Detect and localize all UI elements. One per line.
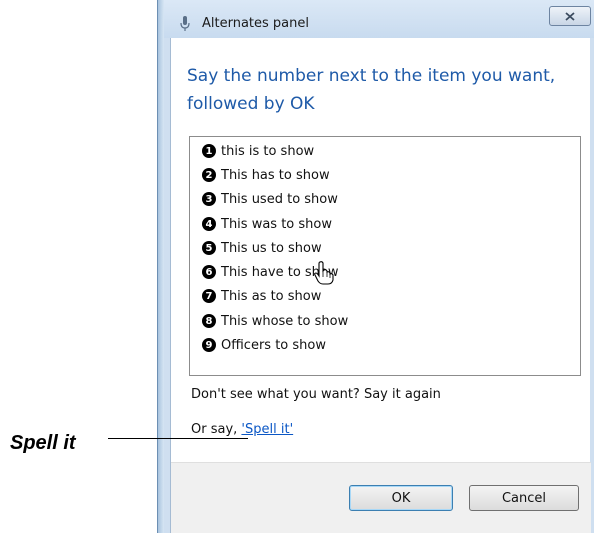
spell-it-link[interactable]: 'Spell it' [241, 422, 293, 437]
cancel-button[interactable]: Cancel [469, 485, 579, 511]
alternates-panel-window: Alternates panel Say the number next to … [157, 0, 594, 533]
instruction-text: Say the number next to the item you want… [187, 66, 556, 114]
close-icon [565, 11, 575, 21]
spell-it-callout-label: Spell it [10, 432, 76, 454]
window-frame-border [158, 0, 164, 533]
alternate-item-9[interactable]: 9 Officers to show [202, 335, 326, 355]
number-4-icon: 4 [202, 217, 216, 231]
title-bar: Alternates panel [164, 0, 594, 38]
alternate-text: This was to show [221, 216, 332, 232]
number-3-icon: 3 [202, 192, 216, 206]
number-5-icon: 5 [202, 241, 216, 255]
dialog-content: Say the number next to the item you want… [170, 38, 591, 533]
window-title: Alternates panel [202, 16, 309, 31]
number-2-icon: 2 [202, 168, 216, 182]
ok-button[interactable]: OK [349, 485, 453, 511]
alternate-item-8[interactable]: 8 This whose to show [202, 311, 348, 331]
alternate-text: This us to show [221, 240, 322, 256]
alternate-item-2[interactable]: 2 This has to show [202, 165, 330, 185]
alternate-item-3[interactable]: 3 This used to show [202, 189, 338, 209]
hint-text: Don't see what you want? Say it again [191, 387, 441, 402]
number-7-icon: 7 [202, 289, 216, 303]
alternate-item-4[interactable]: 4 This was to show [202, 214, 332, 234]
hand-pointer-icon [314, 261, 334, 285]
alternate-text: this is to show [221, 143, 315, 159]
number-6-icon: 6 [202, 265, 216, 279]
number-8-icon: 8 [202, 314, 216, 328]
or-say-text: Or say, 'Spell it' [191, 422, 293, 437]
alternates-list[interactable]: 1 this is to show 2 This has to show 3 T… [189, 136, 581, 376]
alternate-text: This as to show [221, 288, 322, 304]
callout-leader-line [108, 438, 248, 439]
alternate-item-1[interactable]: 1 this is to show [202, 141, 314, 161]
alternate-item-7[interactable]: 7 This as to show [202, 286, 321, 306]
close-button[interactable] [549, 6, 591, 26]
alternate-text: Officers to show [221, 337, 326, 353]
number-9-icon: 9 [202, 338, 216, 352]
alternate-text: This whose to show [221, 313, 349, 329]
number-1-icon: 1 [202, 144, 216, 158]
microphone-icon [180, 16, 190, 31]
alternate-text: This used to show [221, 191, 338, 207]
alternate-item-5[interactable]: 5 This us to show [202, 238, 322, 258]
or-say-prefix: Or say, [191, 422, 242, 437]
alternate-text: This has to show [221, 167, 330, 183]
button-bar: OK Cancel [171, 462, 591, 533]
